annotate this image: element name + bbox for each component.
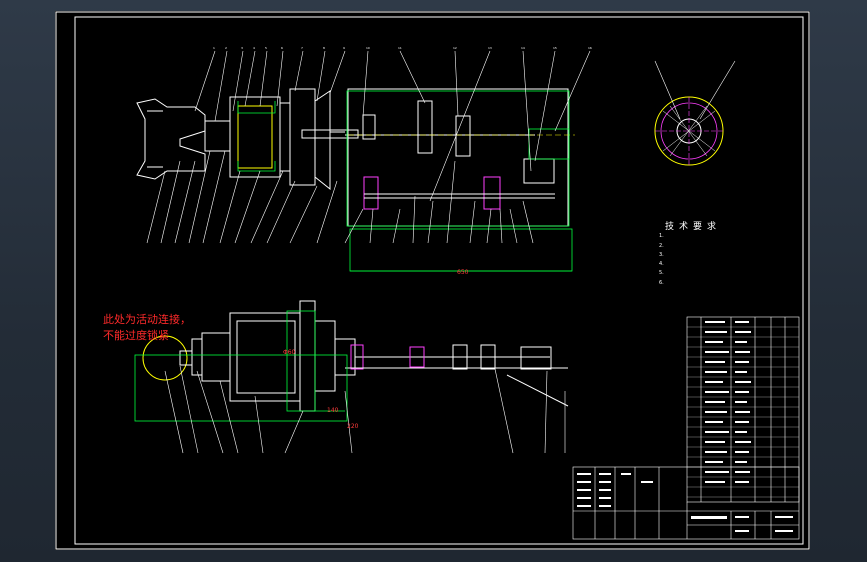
- title-block: [572, 466, 800, 540]
- svg-text:8: 8: [323, 46, 325, 50]
- dim-flange-dia: Φ60: [283, 349, 296, 356]
- svg-text:12: 12: [453, 46, 457, 50]
- note-line-1: 此处为活动连接，: [103, 313, 191, 326]
- outer-frame: [55, 11, 810, 550]
- section-hatch-top: [237, 90, 573, 272]
- drawing-sheet: 123 456 789 10 11 12 13 14 15 16 此处为活动连接…: [55, 11, 810, 550]
- note-annotation: 此处为活动连接， 不能过度锁紧: [103, 312, 191, 344]
- tech-item-1: 1.: [659, 233, 664, 239]
- tech-item-5: 5.: [659, 270, 664, 276]
- tech-item-3: 3.: [659, 252, 664, 258]
- part-numbers-top: 123 456 789 10 11 12 13 14 15 16: [213, 46, 592, 50]
- dim-overall-length: 650: [457, 269, 469, 276]
- svg-text:14: 14: [521, 46, 525, 50]
- svg-text:4: 4: [253, 46, 255, 50]
- svg-text:3: 3: [241, 46, 243, 50]
- svg-text:10: 10: [366, 46, 370, 50]
- svg-text:7: 7: [301, 46, 303, 50]
- svg-text:15: 15: [553, 46, 557, 50]
- svg-text:6: 6: [281, 46, 283, 50]
- tech-item-2: 2.: [659, 243, 664, 249]
- leader-lines-top: [146, 50, 591, 244]
- svg-text:5: 5: [265, 46, 267, 50]
- cad-drawing: 123 456 789 10 11 12 13 14 15 16: [55, 11, 810, 550]
- svg-text:9: 9: [343, 46, 345, 50]
- title-block-text: [577, 473, 793, 532]
- dim-stroke-a: 140: [327, 407, 339, 414]
- tech-item-4: 4.: [659, 261, 664, 267]
- leader-lines-bottom: [164, 365, 566, 454]
- svg-text:2: 2: [225, 46, 227, 50]
- svg-text:13: 13: [488, 46, 492, 50]
- parts-list-table: [686, 316, 800, 503]
- svg-text:16: 16: [588, 46, 592, 50]
- section-view-circle: [654, 60, 736, 166]
- svg-text:1: 1: [213, 46, 215, 50]
- dim-stroke-b: 220: [347, 423, 359, 430]
- svg-text:11: 11: [398, 46, 402, 50]
- parts-list-text: [705, 321, 751, 483]
- inner-frame: [74, 16, 804, 545]
- tech-item-6: 6.: [659, 280, 664, 286]
- side-view: [142, 300, 569, 412]
- note-line-2: 不能过度锁紧: [103, 329, 169, 342]
- tech-requirements-title: 技术要求: [665, 222, 722, 232]
- top-view: [136, 88, 575, 227]
